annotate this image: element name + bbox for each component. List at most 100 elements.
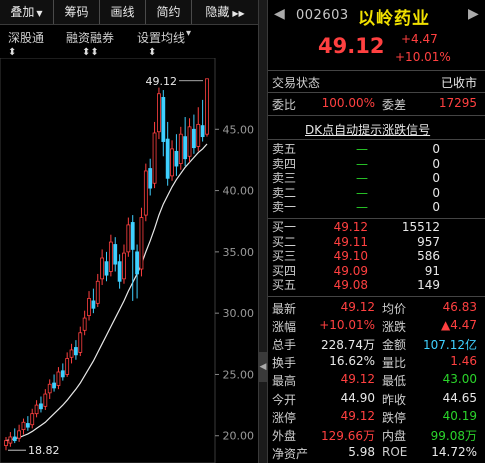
last-price: 49.12 bbox=[318, 34, 385, 58]
candle-body bbox=[148, 168, 153, 189]
candle bbox=[196, 107, 201, 152]
stat-label: 外盘 bbox=[272, 428, 297, 443]
ask-volume: 0 bbox=[432, 142, 440, 156]
candle bbox=[122, 244, 126, 284]
y-tick-label: 25.00 bbox=[223, 368, 255, 381]
candle bbox=[60, 363, 65, 381]
simple-mode-button[interactable]: 简约 bbox=[146, 0, 192, 24]
stat-value: 40.19 bbox=[442, 408, 477, 423]
divider bbox=[268, 296, 485, 297]
bid-price: 49.12 bbox=[333, 220, 368, 234]
candle-body bbox=[157, 93, 161, 133]
plot-frame bbox=[0, 58, 216, 463]
y-tick-label: 20.00 bbox=[223, 430, 255, 443]
candle-body bbox=[139, 217, 144, 270]
candle-body bbox=[165, 138, 170, 179]
stat-value: 14.72% bbox=[431, 444, 477, 459]
bid-level-3: 买三 49.10 586 bbox=[268, 249, 485, 263]
stats-row: 最高 49.12 最低 43.00 bbox=[268, 371, 485, 389]
ask-volume: 0 bbox=[432, 156, 440, 171]
stat-value: 99.08万 bbox=[430, 428, 477, 443]
candle-body bbox=[8, 436, 13, 444]
stat-label: 换手 bbox=[272, 356, 297, 371]
candle bbox=[74, 340, 78, 360]
candle-body bbox=[178, 133, 183, 165]
candle-body bbox=[4, 440, 8, 446]
candle bbox=[139, 207, 144, 277]
draw-line-button[interactable]: 画线 bbox=[100, 0, 146, 24]
candlestick-chart[interactable]: 45.00 40.00 35.00 30.00 25.00 20.00 49.12 18.82 bbox=[0, 58, 258, 463]
bid-level-1: 买一 49.12 15512 bbox=[268, 220, 485, 234]
candle-body bbox=[82, 317, 87, 331]
chart-toolbar: 叠加 ▼ 筹码 画线 简约 隐藏 ▶▶ bbox=[0, 0, 258, 25]
dk-signal-link[interactable]: DK点自动提示涨跌信号 bbox=[305, 121, 430, 138]
stat-value: 44.65 bbox=[442, 390, 477, 405]
divider bbox=[268, 115, 485, 116]
candle bbox=[161, 90, 166, 157]
candle bbox=[30, 408, 35, 429]
collapse-handle-icon[interactable]: ◀ bbox=[259, 352, 267, 382]
stat-value: 43.00 bbox=[442, 372, 477, 387]
stat-label: 涨幅 bbox=[272, 320, 297, 335]
y-tick-label: 30.00 bbox=[223, 307, 255, 320]
candle bbox=[200, 99, 205, 142]
bid-level-label: 买五 bbox=[272, 278, 297, 293]
candle-body bbox=[47, 383, 52, 394]
next-stock-icon[interactable]: ▶ bbox=[468, 6, 479, 22]
stat-value: 107.12亿 bbox=[423, 338, 477, 353]
stat-value: 129.66万 bbox=[321, 428, 375, 443]
candle bbox=[178, 126, 183, 170]
margin-trading-link[interactable]: 融资融券 bbox=[66, 29, 114, 46]
overlay-button[interactable]: 叠加 ▼ bbox=[0, 0, 54, 24]
hk-connect-link[interactable]: 深股通 bbox=[8, 29, 44, 46]
expand-arrow-icon[interactable]: ⬍ bbox=[148, 47, 156, 58]
ask-price: — bbox=[356, 171, 368, 186]
candle bbox=[100, 249, 105, 285]
candle-body bbox=[200, 125, 205, 138]
candle-body bbox=[95, 280, 100, 304]
candle bbox=[170, 140, 174, 181]
ask-level-label: 卖四 bbox=[272, 156, 297, 171]
divider bbox=[268, 139, 485, 140]
stats-row: 涨停 49.12 跌停 40.19 bbox=[268, 408, 485, 426]
moving-average-line bbox=[5, 143, 208, 442]
candle bbox=[183, 117, 188, 167]
candle bbox=[78, 326, 83, 357]
candle-body bbox=[130, 222, 135, 250]
stat-label: 最低 bbox=[382, 374, 407, 389]
expand-arrow-icon[interactable]: ⬍⬍ bbox=[82, 47, 99, 58]
bid-price: 49.08 bbox=[333, 278, 368, 293]
price-change: +4.47 bbox=[401, 32, 438, 46]
candle-body bbox=[104, 261, 109, 276]
stat-value: 5.98 bbox=[348, 444, 375, 459]
divider bbox=[268, 70, 485, 71]
hide-button[interactable]: 隐藏 ▶▶ bbox=[192, 0, 258, 24]
stat-label: 最高 bbox=[272, 374, 297, 389]
candle-body bbox=[183, 136, 188, 160]
stat-label: 总手 bbox=[272, 338, 297, 353]
candle bbox=[165, 121, 170, 186]
stat-value: 49.12 bbox=[340, 408, 375, 423]
bid-price: 49.11 bbox=[333, 234, 368, 249]
chevron-down-icon: ▼ bbox=[36, 9, 43, 18]
prev-stock-icon[interactable]: ◀ bbox=[274, 6, 285, 22]
candle bbox=[104, 251, 109, 282]
order-ratio-value: 100.00% bbox=[321, 96, 375, 110]
expand-arrow-icon[interactable]: ⬍ bbox=[8, 47, 16, 58]
double-right-arrow-icon: ▶▶ bbox=[232, 9, 245, 18]
stat-value: +10.01% bbox=[319, 318, 375, 333]
candle bbox=[117, 254, 122, 289]
candle-body bbox=[17, 430, 22, 439]
chevron-down-icon[interactable]: ▾ bbox=[186, 28, 191, 39]
candle bbox=[95, 273, 100, 308]
set-ma-link[interactable]: 设置均线 bbox=[137, 29, 185, 46]
candle-body bbox=[65, 358, 70, 375]
stat-label: 涨跌 bbox=[382, 320, 407, 335]
bid-level-label: 买二 bbox=[272, 234, 297, 249]
candle-body bbox=[78, 332, 83, 353]
candle bbox=[8, 432, 13, 447]
chips-button[interactable]: 筹码 bbox=[54, 0, 100, 24]
ask-price: — bbox=[356, 185, 368, 200]
pane-splitter[interactable]: ◀ bbox=[258, 0, 268, 463]
bid-level-5: 买五 49.08 149 bbox=[268, 278, 485, 292]
